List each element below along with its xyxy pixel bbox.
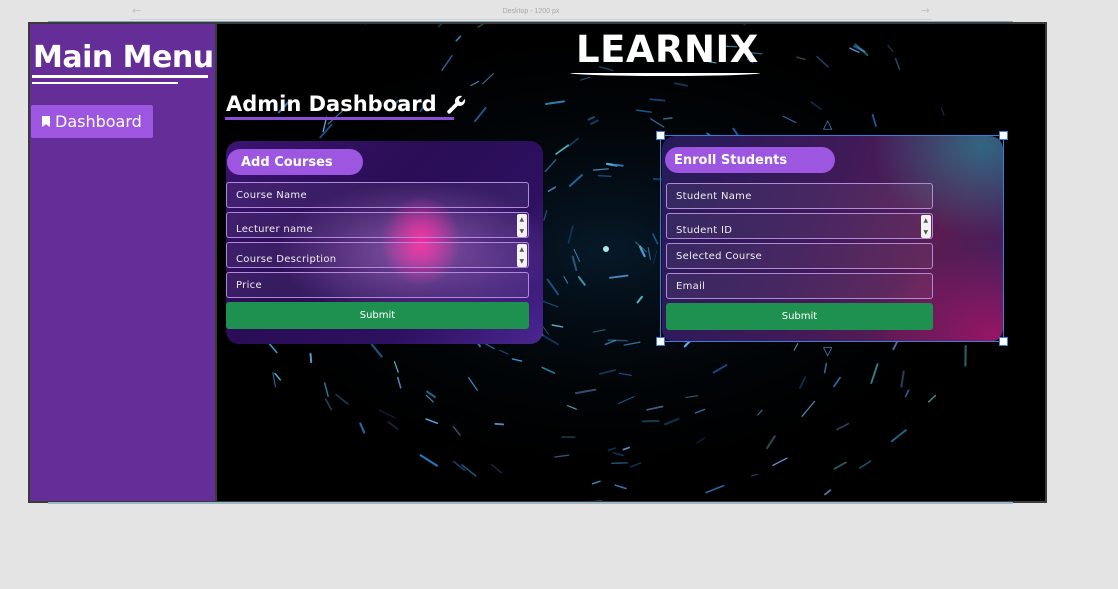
lecturer-name-stepper[interactable]: ▲ ▼ bbox=[517, 214, 527, 237]
sidebar-item-label: Dashboard bbox=[55, 112, 142, 131]
wrench-icon bbox=[446, 95, 465, 114]
course-name-input[interactable]: Course Name bbox=[226, 182, 529, 208]
resize-handle-bottom-left[interactable] bbox=[656, 337, 665, 346]
resize-handle-top-right[interactable] bbox=[999, 131, 1008, 140]
page-title: Admin Dashboard bbox=[226, 92, 467, 116]
sidebar-title-underline-short bbox=[32, 82, 178, 84]
background-streak bbox=[597, 174, 612, 178]
stepper-down-icon[interactable]: ▼ bbox=[520, 226, 525, 237]
lecturer-name-input[interactable]: Lecturer name ▲ ▼ bbox=[226, 212, 529, 238]
background-streak bbox=[494, 422, 505, 426]
background-streak bbox=[607, 339, 628, 342]
page-title-text: Admin Dashboard bbox=[226, 92, 437, 116]
course-description-stepper[interactable]: ▲ ▼ bbox=[517, 244, 527, 267]
resize-handle-bottom-right[interactable] bbox=[999, 337, 1008, 346]
course-description-input[interactable]: Course Description ▲ ▼ bbox=[226, 242, 529, 268]
arrow-right-icon: → bbox=[920, 4, 930, 17]
canvas-ruler: ← Desktop - 1200 px → bbox=[130, 4, 932, 20]
stepper-up-icon[interactable]: ▲ bbox=[520, 214, 525, 225]
course-description-placeholder: Course Description bbox=[236, 254, 337, 265]
background-streak bbox=[649, 98, 666, 102]
chevron-up-icon[interactable]: △ bbox=[823, 117, 832, 131]
artboard-desktop[interactable]: Main Menu Dashboard LEARNIX Admin Dashbo… bbox=[28, 22, 1047, 503]
sidebar-title: Main Menu bbox=[33, 40, 214, 75]
background-streak bbox=[663, 117, 673, 120]
background-streak bbox=[612, 163, 624, 167]
selection-box[interactable] bbox=[656, 131, 1008, 346]
lecturer-name-placeholder: Lecturer name bbox=[236, 224, 313, 235]
sidebar-item-dashboard[interactable]: Dashboard bbox=[31, 105, 153, 138]
sidebar-title-underline bbox=[32, 75, 208, 78]
price-input[interactable]: Price bbox=[226, 272, 529, 298]
price-placeholder: Price bbox=[236, 279, 262, 291]
stepper-up-icon[interactable]: ▲ bbox=[520, 244, 525, 255]
artboard-bottom-edge bbox=[48, 502, 1013, 504]
add-courses-card: Add Courses Course Name Lecturer name ▲ … bbox=[226, 141, 543, 344]
background-streak bbox=[309, 352, 313, 364]
sidebar: Main Menu Dashboard bbox=[30, 24, 217, 501]
resize-handle-top-left[interactable] bbox=[656, 131, 665, 140]
add-courses-title: Add Courses bbox=[227, 149, 363, 175]
frame-label: Desktop - 1200 px bbox=[502, 8, 560, 15]
bookmark-icon bbox=[42, 116, 50, 127]
add-course-submit-button[interactable]: Submit bbox=[226, 302, 529, 329]
chevron-down-icon[interactable]: ▽ bbox=[823, 344, 832, 358]
brand-swoosh bbox=[570, 70, 760, 76]
brand-logo: LEARNIX bbox=[576, 28, 759, 71]
stepper-down-icon[interactable]: ▼ bbox=[520, 256, 525, 267]
page-title-underline bbox=[225, 117, 454, 120]
course-name-placeholder: Course Name bbox=[236, 189, 307, 201]
